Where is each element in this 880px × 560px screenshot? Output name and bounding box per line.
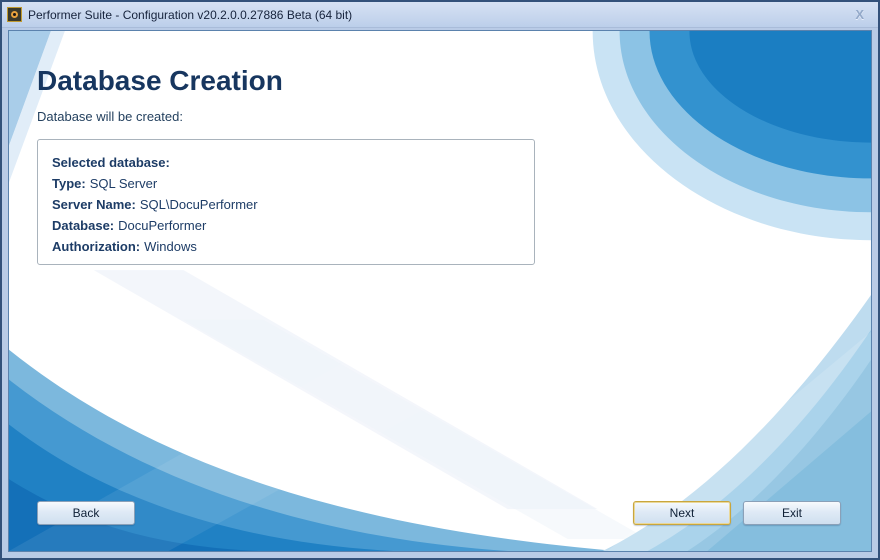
- page-title: Database Creation: [37, 65, 283, 97]
- summary-row-server-name: Server Name:SQL\DocuPerformer: [52, 194, 520, 215]
- window-title: Performer Suite - Configuration v20.2.0.…: [28, 8, 352, 22]
- gear-ring-icon: [11, 11, 18, 18]
- page-subtitle: Database will be created:: [37, 109, 183, 124]
- close-icon[interactable]: X: [851, 6, 868, 23]
- exit-button[interactable]: Exit: [743, 501, 841, 525]
- wizard-window: Performer Suite - Configuration v20.2.0.…: [0, 0, 880, 560]
- summary-row-selected: Selected database:: [52, 152, 520, 173]
- back-button[interactable]: Back: [37, 501, 135, 525]
- title-bar: Performer Suite - Configuration v20.2.0.…: [2, 2, 878, 28]
- next-button[interactable]: Next: [633, 501, 731, 525]
- wizard-content: Database Creation Database will be creat…: [8, 30, 872, 552]
- app-icon: [7, 7, 22, 22]
- summary-row-authorization: Authorization:Windows: [52, 236, 520, 257]
- summary-row-type: Type:SQL Server: [52, 173, 520, 194]
- summary-row-database: Database:DocuPerformer: [52, 215, 520, 236]
- database-summary-box: Selected database: Type:SQL Server Serve…: [37, 139, 535, 265]
